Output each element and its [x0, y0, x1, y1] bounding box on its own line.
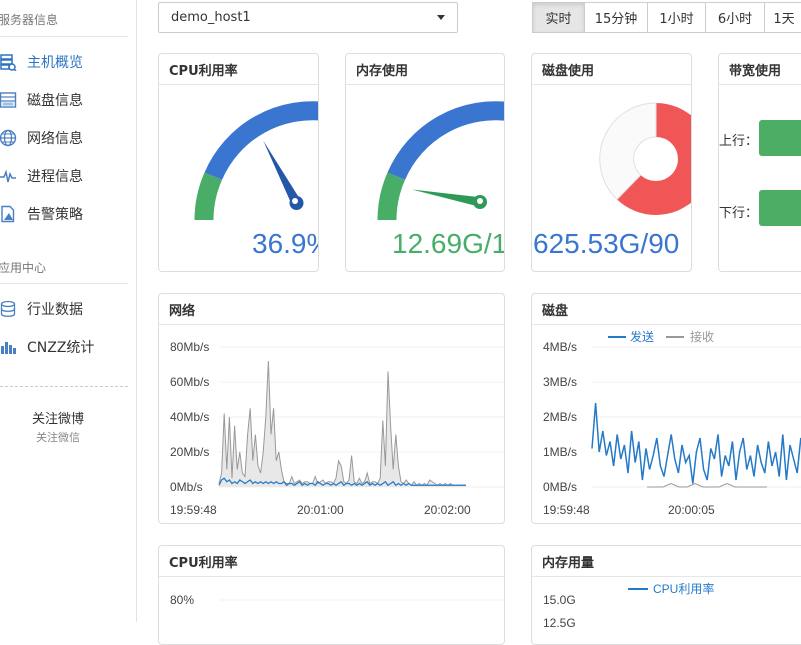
card-title: CPU利用率 — [159, 546, 504, 577]
disk-usage-card: 磁盘使用 625.53G/90 — [531, 53, 692, 272]
network-chart-card: 网络 80Mb/s 60Mb/s 40Mb/s 20Mb/s 0Mb/s 19:59:48… — [158, 293, 505, 524]
memory-gauge-card: 内存使用 12.69G/1 — [345, 53, 505, 272]
time-range-6hour[interactable]: 6小时 — [705, 2, 765, 33]
x-tick-label: 20:00:05 — [668, 503, 715, 517]
x-tick-label: 20:02:00 — [424, 503, 471, 517]
chevron-down-icon — [437, 15, 445, 20]
y-tick-label: 2MB/s — [543, 410, 577, 424]
card-title: 磁盘 — [532, 294, 801, 325]
follow-wechat-link[interactable]: 关注微信 — [0, 429, 116, 445]
sidebar-item-process[interactable]: 进程信息 — [0, 163, 130, 189]
sidebar: 服务器信息 主机概览 磁盘信息 网络信息 进程信息 告警策略 应用中心 行业数据… — [0, 0, 137, 622]
card-title: 带宽使用 — [719, 54, 801, 85]
series-area-received — [219, 361, 466, 487]
x-tick-label: 20:01:00 — [297, 503, 344, 517]
time-range-group: 实时 15分钟 1小时 6小时 1天 — [532, 2, 801, 33]
y-tick-label: 3MB/s — [543, 375, 577, 389]
y-tick-label: 80Mb/s — [170, 340, 209, 354]
sidebar-item-label: 磁盘信息 — [27, 93, 83, 109]
sidebar-divider — [0, 386, 128, 387]
sidebar-item-label: 行业数据 — [27, 302, 83, 318]
section-title-server: 服务器信息 — [0, 13, 59, 27]
server-icon — [0, 52, 18, 72]
upload-bar — [759, 120, 801, 156]
section-title-apps: 应用中心 — [0, 261, 47, 275]
card-title: 网络 — [159, 294, 504, 325]
sidebar-item-label: CNZZ统计 — [27, 340, 95, 356]
legend-label-sent: 发送 — [630, 329, 654, 344]
memory-chart-card: 内存用量 CPU利用率 15.0G 12.5G — [531, 545, 801, 645]
sidebar-item-alert-policy[interactable]: 告警策略 — [0, 201, 130, 227]
sidebar-item-disk[interactable]: 磁盘信息 — [0, 87, 130, 113]
sidebar-item-cnzz-stats[interactable]: CNZZ统计 — [0, 334, 130, 360]
disk-value: 625.53G/90 — [533, 228, 680, 259]
time-range-15min[interactable]: 15分钟 — [584, 2, 648, 33]
disk-icon — [0, 90, 18, 110]
cpu-chart: 80% — [170, 593, 504, 607]
y-tick-label: 80% — [170, 593, 194, 607]
time-range-1day[interactable]: 1天 — [764, 2, 801, 33]
gauge-needle — [412, 189, 480, 207]
card-title: 内存用量 — [532, 546, 801, 577]
sidebar-item-label: 告警策略 — [27, 207, 83, 223]
upload-label: 上行： — [719, 134, 759, 149]
memory-value: 12.69G/1 — [392, 228, 505, 259]
y-tick-label: 20Mb/s — [170, 445, 209, 459]
sidebar-item-network[interactable]: 网络信息 — [0, 125, 130, 151]
y-tick-label: 15.0G — [543, 593, 576, 607]
memory-chart: CPU利用率 15.0G 12.5G — [543, 581, 714, 630]
disk-io-chart-card: 磁盘 4MB/s 3MB/s 2MB/s 1MB/s 0MB/s 发送 接收 19:59:48… — [531, 293, 801, 524]
bandwidth-card: 带宽使用 上行： 下行： — [718, 53, 801, 272]
sidebar-item-industry-data[interactable]: 行业数据 — [0, 296, 130, 322]
section-divider — [0, 36, 128, 37]
card-title: 内存使用 — [346, 54, 504, 85]
section-divider — [0, 283, 128, 284]
y-tick-label: 12.5G — [543, 616, 576, 630]
y-tick-label: 4MB/s — [543, 340, 577, 354]
series-line-sent — [591, 402, 801, 484]
cpu-value: 36.9% — [252, 228, 318, 259]
disk-io-chart: 4MB/s 3MB/s 2MB/s 1MB/s 0MB/s 发送 接收 19:59:48 20:… — [543, 329, 801, 517]
globe-icon — [0, 128, 18, 148]
alert-doc-icon — [0, 204, 18, 224]
x-tick-label: 19:59:48 — [543, 503, 590, 517]
cpu-chart-card: CPU利用率 80% — [158, 545, 505, 645]
y-tick-label: 60Mb/s — [170, 375, 209, 389]
sidebar-item-label: 进程信息 — [27, 169, 83, 185]
y-tick-label: 1MB/s — [543, 445, 577, 459]
cpu-gauge-card: CPU利用率 36.9% — [158, 53, 319, 272]
y-tick-label: 0MB/s — [543, 480, 577, 494]
y-tick-label: 0Mb/s — [170, 480, 203, 494]
download-label: 下行： — [719, 206, 759, 221]
pulse-icon — [0, 166, 18, 186]
bar-chart-icon — [0, 337, 18, 357]
time-range-1hour[interactable]: 1小时 — [647, 2, 706, 33]
time-range-realtime[interactable]: 实时 — [532, 2, 585, 33]
follow-weibo-link[interactable]: 关注微博 — [0, 408, 116, 427]
host-select[interactable]: demo_host1 — [158, 2, 458, 33]
card-title: 磁盘使用 — [532, 54, 691, 85]
database-icon — [0, 299, 18, 319]
legend-label[interactable]: CPU利用率 — [653, 581, 714, 596]
x-tick-label: 19:59:48 — [170, 503, 217, 517]
download-bar — [759, 190, 801, 226]
legend-label-received: 接收 — [690, 329, 714, 344]
card-title: CPU利用率 — [159, 54, 318, 85]
sidebar-item-host-overview[interactable]: 主机概览 — [0, 49, 130, 75]
host-select-value: demo_host1 — [171, 10, 251, 25]
sidebar-item-label: 主机概览 — [27, 55, 83, 71]
series-line-received — [647, 482, 767, 488]
y-tick-label: 40Mb/s — [170, 410, 209, 424]
network-chart: 80Mb/s 60Mb/s 40Mb/s 20Mb/s 0Mb/s 19:59:48 20:… — [170, 340, 504, 517]
sidebar-item-label: 网络信息 — [27, 131, 83, 147]
gauge-needle — [263, 140, 301, 206]
